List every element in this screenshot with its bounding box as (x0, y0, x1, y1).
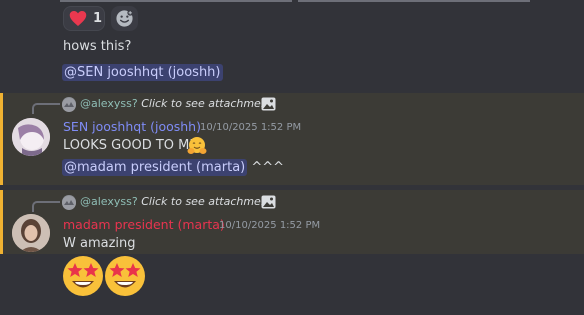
image-icon (261, 97, 276, 111)
reply-connector (32, 103, 60, 114)
reply-avatar (62, 195, 76, 210)
reply-connector (32, 201, 60, 212)
add-reaction-button[interactable] (111, 6, 138, 31)
reply-avatar-image (62, 98, 76, 112)
message-timestamp: 10/10/2025 1:52 PM (200, 122, 302, 133)
message-text: W amazing (63, 236, 136, 251)
heart-icon (69, 11, 87, 26)
user-mention[interactable]: @madam president (marta) (62, 159, 248, 176)
message-author[interactable]: SEN jooshhqt (jooshh) (63, 119, 201, 134)
message-text: hows this? (63, 39, 132, 54)
avatar[interactable] (12, 214, 50, 252)
add-reaction-icon (116, 9, 134, 27)
message-author[interactable]: madam president (marta) (63, 217, 225, 232)
reply-avatar (62, 97, 76, 112)
reply-text[interactable]: Click to see attachment (141, 195, 272, 208)
message-suffix: ^^^ (251, 160, 285, 175)
reply-username[interactable]: @alexyss? (80, 195, 138, 208)
message-timestamp: 10/10/2025 1:52 PM (219, 220, 321, 231)
attachment-bottom-edge (60, 0, 530, 2)
message-mention-line: @madam president (marta) ^^^ (62, 159, 285, 176)
image-icon (261, 195, 276, 209)
reply-avatar-image (62, 196, 76, 210)
reply-text[interactable]: Click to see attachment (141, 97, 272, 110)
message-mention-line: @SEN jooshhqt (jooshh) (62, 61, 223, 81)
reply-preview[interactable]: @alexyss? Click to see attachment (80, 97, 272, 110)
avatar-image (12, 214, 50, 252)
user-mention[interactable]: @SEN jooshhqt (jooshh) (62, 64, 223, 81)
reaction-count: 1 (93, 11, 103, 26)
star-struck-emoji (63, 256, 103, 296)
avatar[interactable] (12, 118, 50, 156)
star-struck-emoji (105, 256, 145, 296)
hugging-face-emoji (187, 137, 207, 154)
message-text: LOOKS GOOD TO ME (63, 138, 198, 153)
heart-reaction[interactable]: 1 (63, 6, 105, 31)
avatar-image (12, 118, 50, 156)
reply-username[interactable]: @alexyss? (80, 97, 138, 110)
reply-preview[interactable]: @alexyss? Click to see attachment (80, 195, 272, 208)
